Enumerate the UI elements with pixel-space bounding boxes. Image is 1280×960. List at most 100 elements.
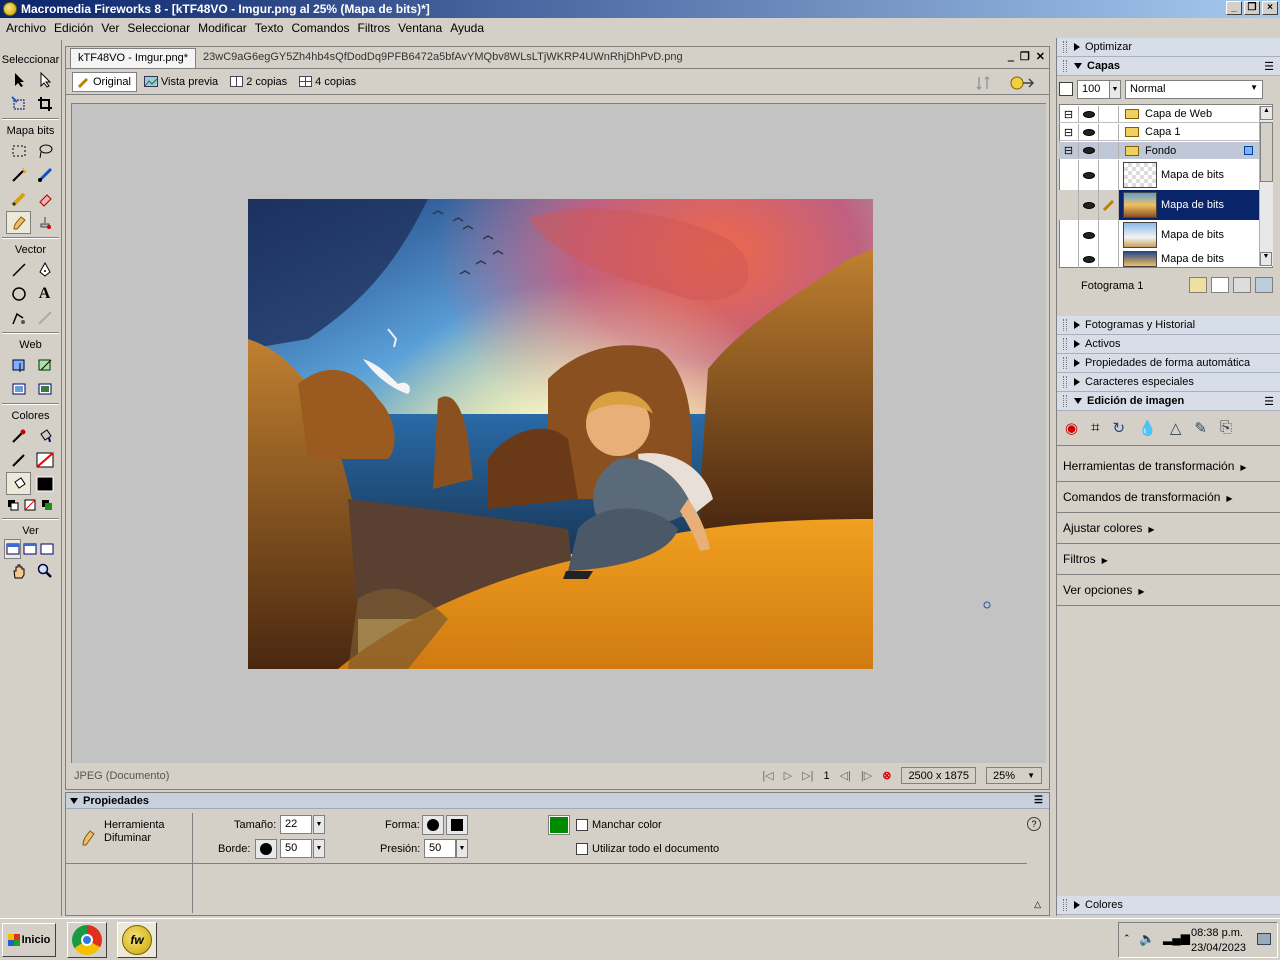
edge-shape-button[interactable] [255,839,277,859]
edge-stepper[interactable]: ▼ [313,839,325,858]
knife-tool-icon[interactable] [32,306,57,329]
add-mask-icon[interactable] [1233,277,1251,293]
show-hotspots-icon[interactable] [32,377,57,400]
menu-ventana[interactable]: Ventana [394,21,446,35]
launch-and-edit-icon[interactable] [1009,75,1035,91]
full-screen-menus-icon[interactable] [21,539,38,559]
scale-tool-icon[interactable] [6,92,31,115]
zoom-tool-icon[interactable] [32,559,57,582]
fill-color-swatch[interactable] [32,472,57,495]
zoom-level[interactable]: 25% ▼ [986,767,1042,784]
next-frame-icon[interactable]: |▷ [861,769,872,782]
stroke-color-swatch[interactable] [32,448,57,471]
blur-tool-icon[interactable] [6,211,31,234]
show-hidden-icons[interactable]: ⌃ [1123,933,1131,944]
doc-close-icon[interactable]: ✕ [1036,50,1045,63]
smudge-color-checkbox[interactable] [576,819,588,831]
menu-filtros[interactable]: Filtros [354,21,395,35]
view-preview-button[interactable]: Vista previa [139,72,223,92]
doc-minimize-icon[interactable]: ‗ [1008,50,1014,63]
frames-history-panel-header[interactable]: Fotogramas y Historial [1057,316,1280,335]
volume-icon[interactable]: 🔈 [1139,931,1155,947]
sharpen-icon[interactable]: △ [1170,419,1182,437]
slice-tool-icon[interactable] [32,353,57,376]
new-sublayer-icon[interactable] [1189,277,1207,293]
stop-icon[interactable]: ⊗ [882,769,891,782]
use-whole-document-checkbox[interactable] [576,843,588,855]
eye-icon[interactable] [1082,128,1095,136]
scroll-down-icon[interactable]: ▼ [1260,252,1272,266]
adjust-colors-menu[interactable]: Ajustar colores ▶ [1063,521,1155,535]
rotate-icon[interactable]: ↻ [1113,419,1126,437]
properties-header[interactable]: Propiedades ☰ [66,793,1049,809]
lasso-tool-icon[interactable] [32,139,57,162]
close-button[interactable]: × [1262,1,1278,15]
action-center-icon[interactable] [1257,933,1271,945]
shape-square-button[interactable] [446,815,468,835]
tab-second-document[interactable]: 23wC9aG6egGY5Zh4hb4sQfDodDq9PFB6472a5bfA… [196,48,690,68]
new-bitmap-icon[interactable] [1211,277,1229,293]
menu-texto[interactable]: Texto [251,21,288,35]
pencil-tool-icon[interactable] [6,187,31,210]
document-size[interactable]: 2500 x 1875 [901,767,976,784]
object-row-selected[interactable]: Mapa de bits [1059,190,1259,220]
size-stepper[interactable]: ▼ [313,815,325,834]
minimize-button[interactable]: _ [1226,1,1242,15]
chrome-taskbar-button[interactable] [67,922,107,958]
magic-wand-tool-icon[interactable] [6,163,31,186]
crop-icon[interactable]: ⌗ [1091,419,1099,437]
transform-commands-menu[interactable]: Comandos de transformación ▶ [1063,490,1233,504]
fill-color-icon[interactable] [6,472,31,495]
crop-tool-icon[interactable] [32,92,57,115]
ellipse-tool-icon[interactable] [6,282,31,305]
brush-tool-icon[interactable] [32,163,57,186]
prev-frame-icon[interactable]: ◁| [840,769,851,782]
eyedropper-tool-icon[interactable] [6,424,31,447]
stroke-color-icon[interactable] [6,448,31,471]
smudge-color-swatch[interactable] [548,815,570,835]
eraser-tool-icon[interactable] [32,187,57,210]
panel-options-icon[interactable]: ☰ [1264,60,1274,73]
freeform-tool-icon[interactable] [6,306,31,329]
doc-restore-icon[interactable]: ❐ [1020,50,1030,63]
eye-icon[interactable] [1082,201,1095,209]
quick-export-icon[interactable] [975,75,993,91]
last-frame-icon[interactable]: ▷| [802,769,813,782]
red-eye-icon[interactable]: ◉ [1065,419,1078,437]
view-4up-button[interactable]: 4 copias [294,72,361,92]
size-field[interactable]: 22 [280,815,312,834]
standard-screen-mode-icon[interactable] [4,539,21,559]
start-button[interactable]: Inicio [2,923,56,957]
fireworks-taskbar-button[interactable]: fw [117,922,157,958]
layers-scrollbar[interactable]: ▲ ▼ [1259,106,1273,266]
marquee-tool-icon[interactable] [6,139,31,162]
menu-ver[interactable]: Ver [97,21,123,35]
shape-round-button[interactable] [422,815,444,835]
paint-bucket-tool-icon[interactable] [32,424,57,447]
edge-field[interactable]: 50 [280,839,312,858]
image-editing-panel-header[interactable]: Edición de imagen ☰ [1057,392,1280,411]
menu-modificar[interactable]: Modificar [194,21,251,35]
collapse-up-icon[interactable]: △ [1034,899,1041,910]
pen-tool-icon[interactable] [32,258,57,281]
menu-archivo[interactable]: Archivo [2,21,50,35]
scroll-thumb[interactable] [1260,122,1273,182]
hand-tool-icon[interactable] [6,559,31,582]
view-original-button[interactable]: Original [72,71,137,92]
blend-mode-select[interactable]: Normal ▼ [1125,80,1263,99]
object-row[interactable]: Mapa de bits [1059,250,1259,268]
eye-icon[interactable] [1082,110,1095,118]
default-colors-icon[interactable] [4,495,21,515]
view-2up-button[interactable]: 2 copias [225,72,292,92]
subselection-tool-icon[interactable] [32,68,57,91]
rubber-stamp-icon[interactable]: ⎘ [1220,419,1232,437]
menu-comandos[interactable]: Comandos [287,21,353,35]
eye-icon[interactable] [1082,147,1095,154]
view-options-menu[interactable]: Ver opciones ▶ [1063,583,1145,597]
colors-panel-header[interactable]: Colores [1057,896,1280,915]
canvas-area[interactable] [71,103,1046,763]
scroll-up-icon[interactable]: ▲ [1260,106,1273,120]
panel-options-icon[interactable]: ☰ [1034,795,1043,806]
menu-edicion[interactable]: Edición [50,21,97,35]
transform-tools-menu[interactable]: Herramientas de transformación ▶ [1063,459,1247,473]
